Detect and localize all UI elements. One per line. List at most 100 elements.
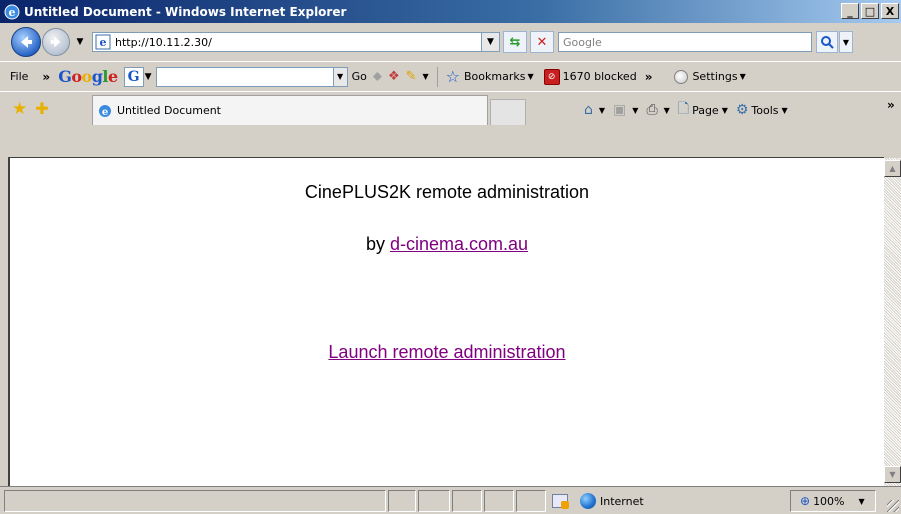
- bookmarks-button[interactable]: Bookmarks: [464, 70, 525, 83]
- print-dropdown[interactable]: ▼: [664, 106, 670, 115]
- url-text: http://10.11.2.30/: [115, 35, 212, 49]
- refresh-icon: ⇆: [509, 34, 521, 50]
- back-button[interactable]: [11, 27, 41, 57]
- history-dropdown[interactable]: ▼: [74, 36, 86, 48]
- go-button[interactable]: Go: [352, 70, 367, 83]
- toolbar-tool-icon[interactable]: ⬥: [373, 69, 382, 84]
- command-bar: ⌂ ▼ ▣ ▼ ⎙ ▼ 🗋 Page ▼ ⚙ Tools ▼: [584, 98, 796, 122]
- address-toolbar: ▼ e http://10.11.2.30/ ▼ ⇆ ✕ Google ▼: [0, 23, 901, 61]
- page-viewport: CinePLUS2K remote administration by d-ci…: [8, 158, 901, 486]
- feeds-dropdown[interactable]: ▼: [632, 106, 638, 115]
- tab-toolbar: ★ ✚ e Untitled Document ⌂ ▼ ▣ ▼ ⎙ ▼ 🗋 Pa…: [0, 91, 901, 125]
- page-menu-icon: 🗋: [677, 101, 690, 117]
- google-button[interactable]: G: [123, 66, 144, 87]
- resize-grip[interactable]: [887, 500, 899, 512]
- forward-button[interactable]: [42, 28, 70, 56]
- status-panel-4: [484, 490, 514, 512]
- protected-mode-icon[interactable]: [552, 494, 569, 509]
- more-tools-chevron[interactable]: »: [645, 70, 653, 84]
- search-icon: [821, 36, 834, 49]
- new-tab-button[interactable]: [490, 99, 526, 125]
- bookmarks-dropdown[interactable]: ▼: [527, 72, 533, 81]
- scroll-down-button[interactable]: ▼: [884, 466, 901, 483]
- window-controls: _ □ X: [839, 3, 899, 19]
- status-text-panel: [4, 490, 386, 512]
- scroll-up-button[interactable]: ▲: [884, 160, 901, 177]
- byline: by d-cinema.com.au: [10, 234, 884, 255]
- home-icon: ⌂: [584, 102, 593, 118]
- tools-menu-dropdown[interactable]: ▼: [782, 106, 788, 115]
- search-options-dropdown[interactable]: ▼: [839, 31, 853, 53]
- search-input[interactable]: Google: [558, 32, 812, 52]
- news-icon[interactable]: ✎: [406, 69, 417, 84]
- title-bar: e Untitled Document - Windows Internet E…: [0, 0, 901, 23]
- feeds-button[interactable]: ▣ ▼: [613, 102, 638, 118]
- settings-icon[interactable]: [674, 69, 689, 84]
- d-cinema-link[interactable]: d-cinema.com.au: [390, 234, 528, 254]
- address-bar[interactable]: e http://10.11.2.30/: [92, 32, 482, 52]
- page-icon: e: [95, 34, 111, 50]
- google-button-dropdown[interactable]: ▼: [145, 72, 152, 82]
- zone-label: Internet: [600, 494, 644, 508]
- page-menu-button[interactable]: 🗋 Page ▼: [678, 98, 728, 122]
- tab-title: Untitled Document: [117, 104, 221, 117]
- forward-arrow-icon: [50, 36, 61, 48]
- news-dropdown[interactable]: ▼: [423, 72, 429, 81]
- search-placeholder: Google: [563, 35, 602, 49]
- home-button[interactable]: ⌂ ▼: [584, 102, 605, 118]
- file-menu[interactable]: File: [10, 70, 28, 83]
- ie-logo-icon: e: [4, 4, 20, 19]
- page-heading: CinePLUS2K remote administration: [304, 182, 590, 202]
- vertical-scrollbar[interactable]: ▲ ▼: [884, 158, 901, 486]
- bookmarks-star-icon[interactable]: ☆: [446, 67, 460, 86]
- address-dropdown[interactable]: ▼: [482, 32, 500, 52]
- launch-remote-admin-link[interactable]: Launch remote administration: [328, 342, 565, 362]
- tools-menu-button[interactable]: ⚙ Tools ▼: [736, 102, 788, 118]
- status-panel-2: [418, 490, 450, 512]
- zoom-magnifier-icon: ⊕: [800, 494, 811, 508]
- menu-toolbar: File » Google G ▼ ▼ Go ⬥ ❖ ✎ ▼ ☆ Bookmar…: [0, 61, 901, 91]
- internet-globe-icon: [580, 493, 596, 509]
- refresh-button[interactable]: ⇆: [503, 31, 527, 53]
- print-icon: ⎙: [646, 102, 658, 118]
- command-bar-chevron[interactable]: »: [887, 98, 895, 112]
- svg-text:e: e: [102, 107, 108, 118]
- tab-untitled-document[interactable]: e Untitled Document: [92, 95, 488, 125]
- zoom-level: 100%: [813, 494, 845, 508]
- byline-prefix: by: [365, 234, 385, 254]
- settings-button[interactable]: Settings: [692, 70, 737, 83]
- google-search-input[interactable]: [155, 66, 334, 87]
- page-content: CinePLUS2K remote administration by d-ci…: [10, 158, 884, 486]
- tools-menu-label: Tools: [751, 103, 779, 117]
- zoom-control[interactable]: ⊕ 100% ▼: [800, 490, 865, 512]
- menu-chevron[interactable]: »: [42, 70, 50, 84]
- svg-text:e: e: [100, 36, 107, 49]
- zoom-dropdown[interactable]: ▼: [859, 497, 865, 506]
- status-panel-1: [388, 490, 416, 512]
- add-favorite-icon[interactable]: ✚: [35, 99, 48, 118]
- close-button[interactable]: X: [881, 3, 899, 19]
- status-panel-3: [452, 490, 482, 512]
- home-dropdown[interactable]: ▼: [599, 106, 605, 115]
- pagerank-icon[interactable]: ❖: [388, 69, 400, 84]
- search-button[interactable]: [816, 31, 838, 53]
- page-menu-label: Page: [692, 103, 719, 117]
- tools-gear-icon: ⚙: [735, 102, 749, 118]
- popup-blocker-icon[interactable]: ⊘: [543, 68, 560, 85]
- stop-button[interactable]: ✕: [530, 31, 554, 53]
- print-button[interactable]: ⎙ ▼: [646, 102, 669, 118]
- popup-blocked-count[interactable]: 1670 blocked: [563, 70, 637, 83]
- maximize-button[interactable]: □: [861, 3, 879, 19]
- favorites-star-icon[interactable]: ★: [12, 99, 27, 119]
- window-title: Untitled Document - Windows Internet Exp…: [24, 4, 347, 19]
- tab-ie-icon: e: [99, 104, 111, 118]
- security-zone[interactable]: Internet: [580, 490, 644, 512]
- feeds-icon: ▣: [613, 102, 627, 118]
- google-logo[interactable]: Google: [58, 67, 118, 86]
- svg-text:e: e: [9, 6, 16, 19]
- status-panel-5: [516, 490, 546, 512]
- minimize-button[interactable]: _: [841, 3, 859, 19]
- google-search-dropdown[interactable]: ▼: [333, 66, 348, 87]
- page-menu-dropdown[interactable]: ▼: [722, 106, 728, 115]
- settings-dropdown[interactable]: ▼: [740, 72, 746, 81]
